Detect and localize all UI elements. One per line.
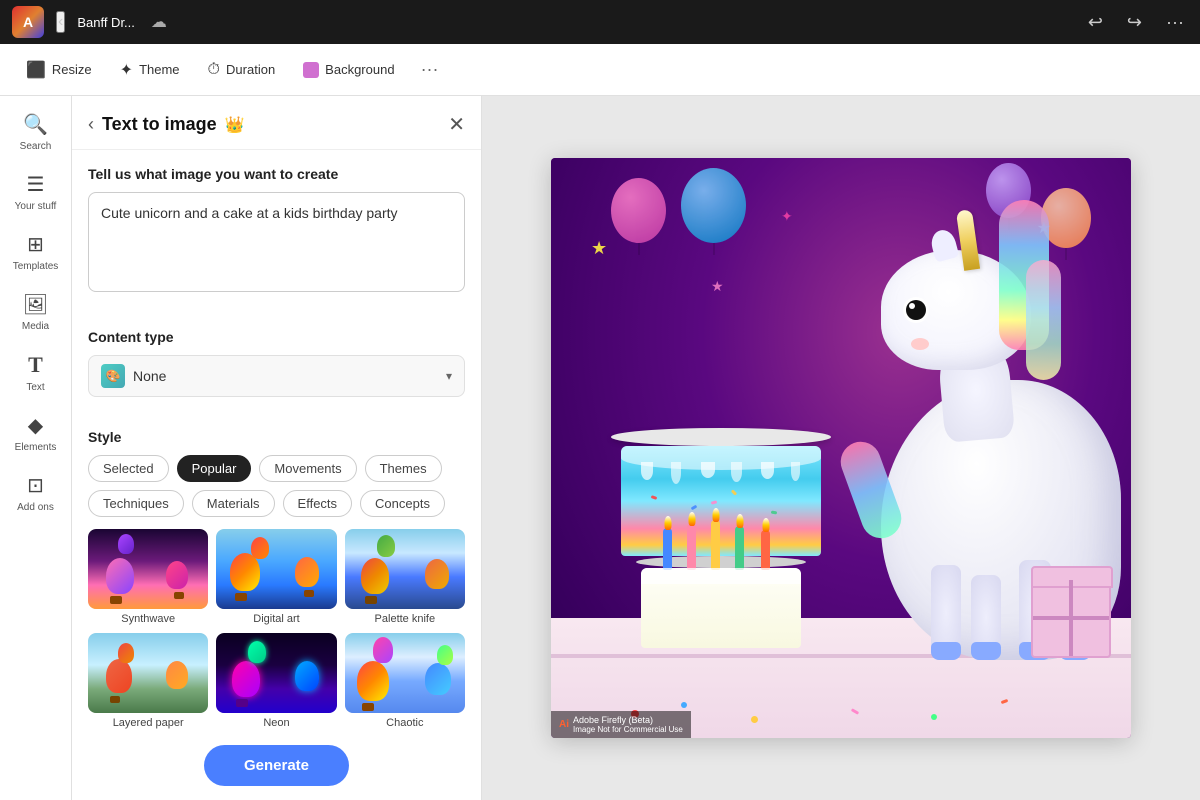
left-sidebar: 🔍 Search ☰ Your stuff ⊞ Templates 🖼 Medi… [0,96,72,800]
sidebar-add-ons-label: Add ons [17,502,54,513]
neon-preview [216,633,336,713]
panel-back-button[interactable]: ‹ [88,114,94,135]
sidebar-media-label: Media [22,321,49,332]
media-icon: 🖼 [23,292,48,317]
sidebar-search-label: Search [20,141,52,152]
sidebar-templates-label: Templates [13,261,59,272]
style-cards-grid: Synthwave Digital art [72,529,481,729]
content-type-icon: 🎨 [101,364,125,388]
resize-label: Resize [52,62,92,77]
style-card-neon[interactable]: Neon [216,633,336,729]
chaotic-label: Chaotic [386,717,423,729]
your-stuff-icon: ☰ [27,172,45,197]
style-label: Style [88,429,465,445]
duration-button[interactable]: ⏱ Duration [198,55,286,85]
panel-close-button[interactable]: ✕ [448,112,465,137]
watermark-sub: Image Not for Commercial Use [573,725,683,734]
style-card-digital-art[interactable]: Digital art [216,529,336,625]
sidebar-item-your-stuff[interactable]: ☰ Your stuff [5,164,67,220]
theme-button[interactable]: ✦ Theme [110,54,190,86]
background-button[interactable]: Background [293,56,404,84]
palette-knife-label: Palette knife [375,613,436,625]
style-pill-selected[interactable]: Selected [88,455,169,482]
digital-art-label: Digital art [253,613,299,625]
style-pill-movements[interactable]: Movements [259,455,356,482]
palette-knife-preview [345,529,465,609]
style-pill-materials[interactable]: Materials [192,490,275,517]
back-button[interactable]: ‹ [56,11,65,33]
canvas-area: ★ ★ ★ ✦ ✦ [482,96,1200,800]
watermark-logo: Ai [559,719,569,730]
prompt-label: Tell us what image you want to create [88,166,465,182]
style-section: Style Selected Popular Movements Themes … [72,413,481,529]
prompt-section: Tell us what image you want to create Cu… [72,150,481,297]
style-card-palette-knife[interactable]: Palette knife [345,529,465,625]
synthwave-preview [88,529,208,609]
style-pill-concepts[interactable]: Concepts [360,490,445,517]
templates-icon: ⊞ [27,232,44,257]
background-label: Background [325,62,394,77]
sidebar-your-stuff-label: Your stuff [15,201,57,212]
text-icon: T [28,352,43,378]
theme-label: Theme [139,62,179,77]
top-bar-actions: ↩ ↪ ··· [1084,8,1188,37]
digital-art-preview [216,529,336,609]
panel-title: Text to image [102,114,217,135]
top-bar: A ‹ Banff Dr... ☁ ↩ ↪ ··· [0,0,1200,44]
style-pill-techniques[interactable]: Techniques [88,490,184,517]
sidebar-item-elements[interactable]: ◆ Elements [5,405,67,461]
generated-image-container: ★ ★ ★ ✦ ✦ [551,158,1131,738]
resize-button[interactable]: ⬛ Resize [16,54,102,86]
watermark-text: Adobe Firefly (Beta) [573,715,683,725]
style-pills-container: Selected Popular Movements Themes Techni… [88,455,465,517]
neon-label: Neon [263,717,289,729]
content-type-label: Content type [88,329,465,345]
resize-icon: ⬛ [26,60,46,80]
sidebar-elements-label: Elements [15,442,57,453]
generated-image: ★ ★ ★ ✦ ✦ [551,158,1131,738]
style-card-chaotic[interactable]: Chaotic [345,633,465,729]
panel-header: ‹ Text to image 👑 ✕ [72,96,481,150]
background-color-swatch [303,62,319,78]
duration-icon: ⏱ [208,61,220,79]
more-options-button[interactable]: ··· [1162,8,1188,37]
toolbar: ⬛ Resize ✦ Theme ⏱ Duration Background ·… [0,44,1200,96]
sidebar-item-search[interactable]: 🔍 Search [5,104,67,160]
style-pill-themes[interactable]: Themes [365,455,442,482]
chaotic-preview [345,633,465,713]
generate-button[interactable]: Generate [204,745,349,786]
content-type-section: Content type 🎨 None ▾ [72,313,481,397]
sidebar-text-label: Text [26,382,44,393]
layered-paper-preview [88,633,208,713]
watermark: Ai Adobe Firefly (Beta) Image Not for Co… [551,711,691,738]
prompt-input[interactable]: Cute unicorn and a cake at a kids birthd… [88,192,465,292]
style-pill-effects[interactable]: Effects [283,490,353,517]
style-card-layered-paper[interactable]: Layered paper [88,633,208,729]
sidebar-item-add-ons[interactable]: ⊡ Add ons [5,465,67,521]
sidebar-item-media[interactable]: 🖼 Media [5,284,67,340]
cloud-icon: ☁ [151,12,167,32]
sidebar-item-templates[interactable]: ⊞ Templates [5,224,67,280]
style-card-synthwave[interactable]: Synthwave [88,529,208,625]
synthwave-label: Synthwave [121,613,175,625]
crown-icon: 👑 [225,115,245,135]
style-pill-popular[interactable]: Popular [177,455,252,482]
main-layout: 🔍 Search ☰ Your stuff ⊞ Templates 🖼 Medi… [0,96,1200,800]
duration-label: Duration [226,62,275,77]
theme-icon: ✦ [120,60,133,80]
redo-button[interactable]: ↪ [1123,8,1146,37]
add-ons-icon: ⊡ [27,473,44,498]
undo-button[interactable]: ↩ [1084,8,1107,37]
document-title: Banff Dr... [77,15,135,30]
content-type-value: None [133,368,438,384]
text-to-image-panel: ‹ Text to image 👑 ✕ Tell us what image y… [72,96,482,800]
app-logo: A [12,6,44,38]
sidebar-item-text[interactable]: T Text [5,344,67,401]
chevron-down-icon: ▾ [446,369,452,383]
search-icon: 🔍 [23,112,48,137]
elements-icon: ◆ [28,413,43,438]
content-type-dropdown[interactable]: 🎨 None ▾ [88,355,465,397]
layered-paper-label: Layered paper [113,717,184,729]
toolbar-more-button[interactable]: ··· [413,55,447,84]
